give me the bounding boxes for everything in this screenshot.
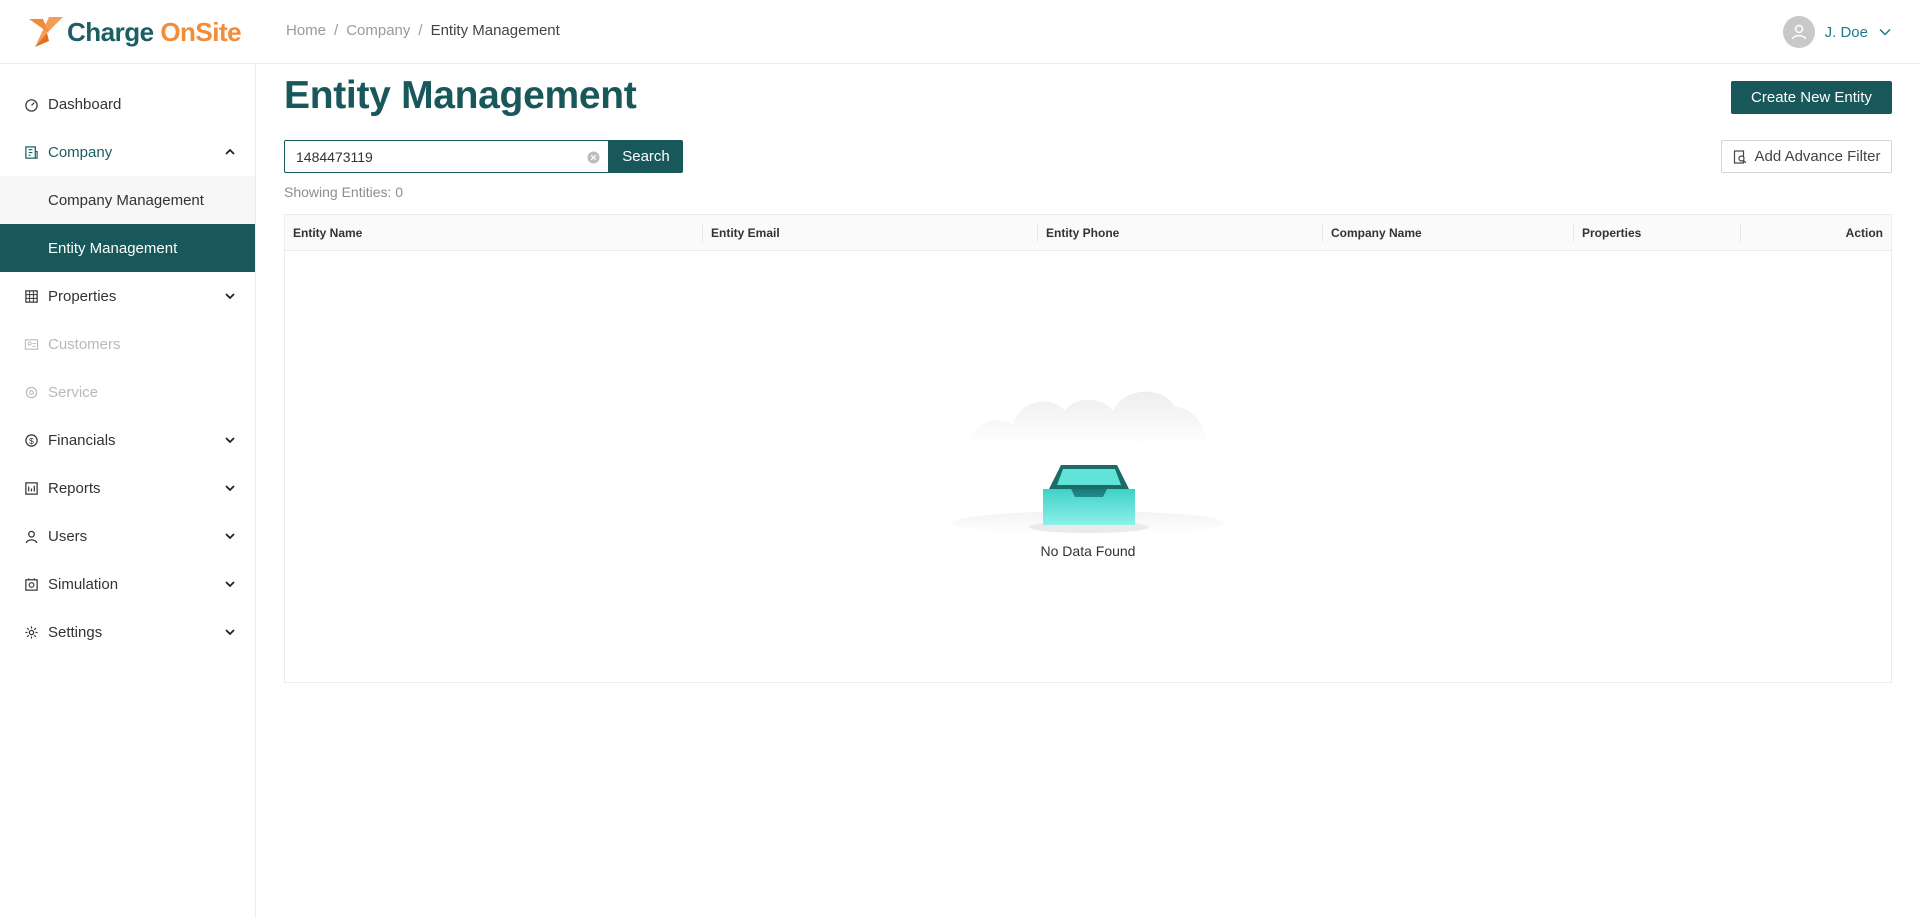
users-icon — [25, 530, 38, 543]
logo[interactable]: Charge OnSite — [27, 13, 242, 51]
breadcrumb-company[interactable]: Company — [346, 22, 410, 39]
empty-state-text: No Data Found — [1040, 543, 1136, 559]
chevron-down-icon — [225, 293, 235, 300]
search-input[interactable]: 1484473119 — [284, 140, 609, 173]
empty-inbox-icon — [953, 391, 1225, 535]
table-header: Entity Name Entity Email Entity Phone Co… — [285, 215, 1891, 251]
clear-icon[interactable] — [587, 151, 600, 164]
column-header-company-name[interactable]: Company Name — [1323, 215, 1422, 251]
sidebar-item-label: Users — [48, 527, 88, 545]
sidebar-item-entity-management[interactable]: Entity Management — [0, 224, 255, 272]
customers-icon — [24, 338, 39, 350]
sidebar-item-label: Company Management — [48, 191, 204, 209]
chevron-down-icon — [225, 437, 235, 444]
sidebar-item-properties[interactable]: Properties — [0, 272, 255, 320]
properties-icon — [25, 289, 38, 303]
sidebar-item-label: Simulation — [48, 575, 119, 593]
sidebar-item-simulation[interactable]: Simulation — [0, 560, 255, 608]
logo-icon — [29, 17, 63, 47]
breadcrumb-home[interactable]: Home — [286, 22, 326, 39]
search-button[interactable]: Search — [609, 140, 683, 173]
page-title: Entity Management — [284, 74, 637, 117]
chevron-down-icon — [225, 533, 235, 540]
reports-icon — [25, 481, 38, 495]
chevron-down-icon — [225, 485, 235, 492]
breadcrumb: Home / Company / Entity Management — [286, 22, 560, 39]
user-menu[interactable]: J. Doe — [1782, 15, 1892, 49]
create-new-entity-button[interactable]: Create New Entity — [1731, 81, 1892, 114]
gear-icon — [25, 625, 38, 639]
breadcrumb-separator: / — [418, 22, 423, 39]
sidebar-item-financials[interactable]: $ Financials — [0, 416, 255, 464]
sidebar-item-label: Properties — [48, 287, 117, 305]
column-header-entity-phone[interactable]: Entity Phone — [1038, 215, 1119, 251]
entities-table: Entity Name Entity Email Entity Phone Co… — [284, 214, 1892, 683]
sidebar-item-settings[interactable]: Settings — [0, 608, 255, 656]
financials-icon: $ — [25, 433, 38, 447]
sidebar: Dashboard Company Company Management Ent… — [0, 64, 256, 918]
logo-text: Charge OnSite — [67, 16, 242, 47]
filter-button-label: Add Advance Filter — [1754, 148, 1881, 165]
filter-icon — [1733, 149, 1746, 164]
dashboard-icon — [25, 98, 38, 112]
chevron-down-icon — [225, 581, 235, 588]
sidebar-item-company-management[interactable]: Company Management — [0, 176, 255, 224]
top-bar: Charge OnSite Home / Company / Entity Ma… — [0, 0, 1920, 64]
user-avatar-icon — [1791, 24, 1806, 40]
chevron-up-icon — [225, 148, 235, 155]
empty-state: No Data Found — [285, 251, 1891, 682]
simulation-icon — [25, 577, 38, 591]
add-advance-filter-button[interactable]: Add Advance Filter — [1721, 140, 1892, 173]
breadcrumb-current: Entity Management — [430, 22, 560, 39]
sidebar-item-label: Company — [48, 143, 113, 161]
column-header-entity-email[interactable]: Entity Email — [703, 215, 780, 251]
company-icon — [25, 145, 38, 159]
sidebar-item-users[interactable]: Users — [0, 512, 255, 560]
column-header-action: Action — [1845, 226, 1883, 240]
chevron-down-icon — [1879, 28, 1891, 36]
user-name: J. Doe — [1824, 23, 1868, 41]
sidebar-item-label: Financials — [48, 431, 116, 449]
sidebar-item-reports[interactable]: Reports — [0, 464, 255, 512]
sidebar-item-label: Dashboard — [48, 95, 122, 113]
avatar — [1782, 16, 1815, 48]
column-header-entity-name[interactable]: Entity Name — [285, 215, 362, 251]
chevron-down-icon — [225, 629, 235, 636]
search-bar: 1484473119 Search — [284, 140, 683, 173]
sidebar-item-label: Service — [48, 383, 99, 401]
search-input-value: 1484473119 — [296, 148, 373, 165]
sidebar-item-label: Entity Management — [48, 239, 178, 257]
svg-text:$: $ — [29, 435, 34, 445]
service-icon — [25, 386, 38, 398]
sidebar-item-company[interactable]: Company — [0, 128, 255, 176]
sidebar-item-dashboard[interactable]: Dashboard — [0, 80, 255, 128]
showing-count: Showing Entities: 0 — [284, 184, 404, 200]
sidebar-item-label: Reports — [48, 479, 101, 497]
sidebar-item-label: Customers — [48, 335, 121, 353]
sidebar-item-customers: Customers — [0, 320, 255, 368]
column-header-properties[interactable]: Properties — [1574, 215, 1641, 251]
breadcrumb-separator: / — [334, 22, 339, 39]
sidebar-item-service: Service — [0, 368, 255, 416]
sidebar-item-label: Settings — [48, 623, 103, 641]
